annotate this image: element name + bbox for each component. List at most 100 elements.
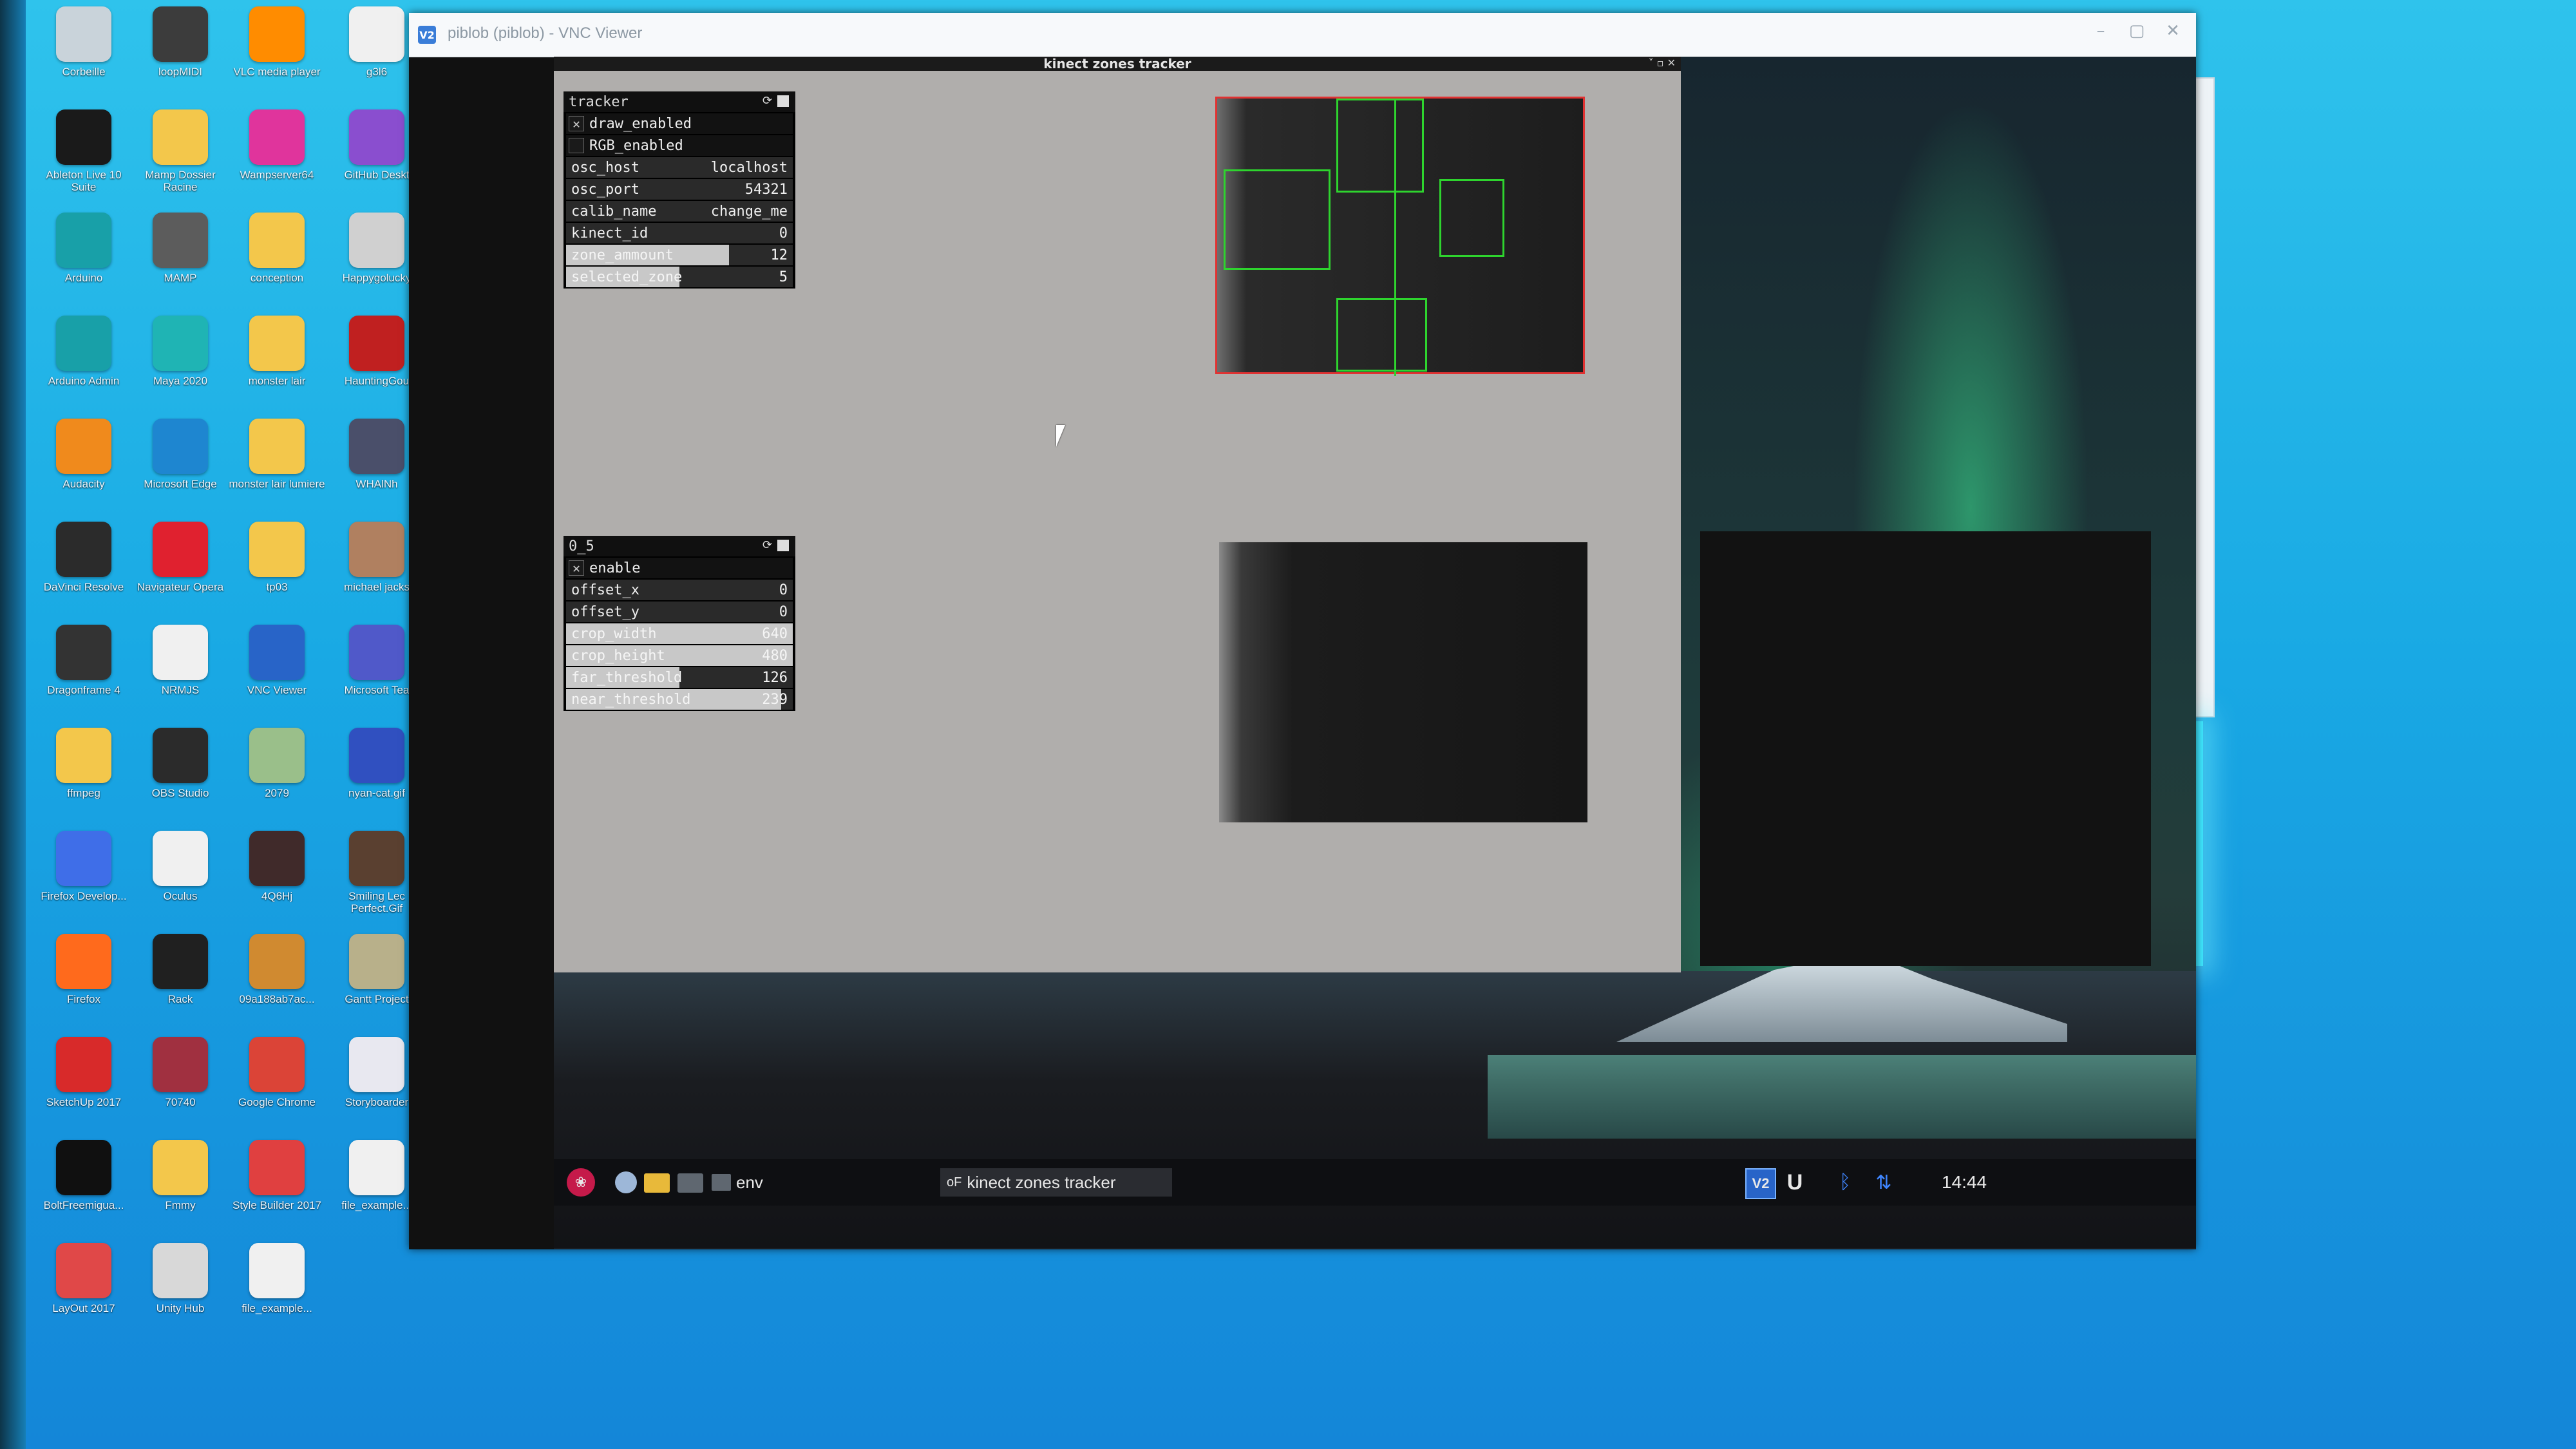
close-button[interactable]: ✕ — [2155, 17, 2191, 45]
desktop-icon[interactable]: file_example... — [229, 1243, 325, 1340]
save-icon[interactable] — [777, 540, 789, 551]
tracker-rows: ✕ draw_enabled RGB_enabled osc_host localhos… — [564, 113, 795, 287]
checkbox-checked-icon[interactable]: ✕ — [569, 116, 584, 131]
desktop-icon[interactable]: VNC Viewer — [229, 625, 325, 721]
slider-selected-zone[interactable]: selected_zone 5 — [566, 267, 793, 287]
desktop-icon[interactable]: Style Builder 2017 — [229, 1140, 325, 1236]
taskbar-env[interactable]: env — [712, 1168, 763, 1197]
value-calib-name[interactable]: calib_name change_me — [566, 201, 793, 222]
value-kinect-id[interactable]: kinect_id 0 — [566, 223, 793, 243]
desktop-icon[interactable]: Fmmy — [132, 1140, 229, 1236]
app-icon — [349, 1140, 404, 1195]
network-icon[interactable]: ⇅ — [1868, 1168, 1900, 1197]
desktop-icon[interactable]: Google Chrome — [229, 1037, 325, 1133]
desktop-icon[interactable]: 70740 — [132, 1037, 229, 1133]
desktop-icon[interactable]: BoltFreemigua... — [35, 1140, 132, 1236]
zone-panel: 0_5 ⟳ ✕ enable offset_x 0 offset_y 0 crop_widt… — [564, 536, 795, 711]
zone-rect-selected[interactable] — [1336, 298, 1427, 372]
desktop-icon[interactable]: monster lair — [229, 316, 325, 412]
desktop-icon[interactable]: MAMP — [132, 213, 229, 309]
desktop-icon[interactable]: DaVinci Resolve — [35, 522, 132, 618]
zone-rect[interactable] — [1336, 99, 1424, 193]
desktop-icon[interactable]: Audacity — [35, 419, 132, 515]
slider-far-threshold[interactable]: far_threshold 126 — [566, 667, 793, 688]
slider-crop-height[interactable]: crop_height 480 — [566, 645, 793, 666]
desktop-icon[interactable]: Microsoft Edge — [132, 419, 229, 515]
desktop-icon[interactable]: VLC media player — [229, 6, 325, 103]
slider-crop-width[interactable]: crop_width 640 — [566, 623, 793, 644]
desktop-icon[interactable]: Mamp Dossier Racine — [132, 109, 229, 206]
desktop-icon[interactable]: Oculus — [132, 831, 229, 927]
app-icon — [153, 109, 208, 165]
desktop-icon[interactable]: NRMJS — [132, 625, 229, 721]
depth-view-zones[interactable] — [1215, 97, 1585, 376]
desktop-icon[interactable]: 4Q6Hj — [229, 831, 325, 927]
desktop-icon[interactable]: monster lair lumiere — [229, 419, 325, 515]
u-tray-icon[interactable]: U — [1781, 1168, 1809, 1197]
desktop-icon-label: BoltFreemigua... — [43, 1199, 124, 1211]
toggle-draw-enabled[interactable]: ✕ draw_enabled — [566, 113, 793, 134]
bluetooth-icon[interactable]: ᛒ — [1832, 1168, 1858, 1197]
value-offset-x[interactable]: offset_x 0 — [566, 580, 793, 600]
file-manager-icon[interactable] — [644, 1173, 670, 1193]
slider-zone-ammount[interactable]: zone_ammount 12 — [566, 245, 793, 265]
taskbar-active-app[interactable]: oF kinect zones tracker — [940, 1168, 1172, 1197]
desktop-icon[interactable]: Wampserver64 — [229, 109, 325, 206]
desktop-icon[interactable]: Rack — [132, 934, 229, 1030]
desktop-icon[interactable]: loopMIDI — [132, 6, 229, 103]
reset-icon[interactable]: ⟳ — [762, 95, 772, 107]
desktop-icon-label: loopMIDI — [158, 66, 203, 78]
desktop-icon[interactable]: 2079 — [229, 728, 325, 824]
value-osc-port[interactable]: osc_port 54321 — [566, 179, 793, 200]
mouse-cursor — [1056, 425, 1072, 447]
app-titlebar[interactable]: kinect zones tracker ˅ ▫ ✕ — [554, 57, 1681, 71]
vnc-tray-icon[interactable]: V2 — [1745, 1168, 1776, 1199]
checkbox-empty-icon[interactable] — [569, 138, 584, 153]
desktop-icon[interactable]: ffmpeg — [35, 728, 132, 824]
desktop-icon[interactable]: Firefox — [35, 934, 132, 1030]
toggle-enable[interactable]: ✕ enable — [566, 558, 793, 578]
raspberry-menu-icon[interactable]: ❀ — [567, 1168, 595, 1197]
checkbox-checked-icon[interactable]: ✕ — [569, 560, 584, 576]
desktop-icon[interactable]: Navigateur Opera — [132, 522, 229, 618]
zone-rect[interactable] — [1439, 179, 1504, 257]
desktop-icon[interactable]: Dragonframe 4 — [35, 625, 132, 721]
desktop-icon[interactable]: SketchUp 2017 — [35, 1037, 132, 1133]
app-icon — [56, 1037, 111, 1092]
desktop-icon[interactable]: tp03 — [229, 522, 325, 618]
desktop-icon[interactable]: OBS Studio — [132, 728, 229, 824]
vnc-titlebar[interactable]: V2 piblob (piblob) - VNC Viewer – ▢ ✕ — [409, 13, 2196, 57]
desktop-icon[interactable]: Firefox Develop... — [35, 831, 132, 927]
clock[interactable]: 14:44 — [1926, 1168, 2003, 1197]
value-osc-host[interactable]: osc_host localhost — [566, 157, 793, 178]
desktop-icon[interactable]: Arduino — [35, 213, 132, 309]
desktop-icon[interactable]: Unity Hub — [132, 1243, 229, 1340]
desktop-icon[interactable]: LayOut 2017 — [35, 1243, 132, 1340]
save-icon[interactable] — [777, 95, 789, 107]
terminal-icon[interactable] — [677, 1173, 703, 1193]
zone-rect[interactable] — [1224, 169, 1331, 270]
minimize-button[interactable]: – — [2083, 17, 2119, 45]
zone-panel-header[interactable]: 0_5 ⟳ — [564, 536, 795, 556]
desktop-icon-label: Mamp Dossier Racine — [145, 169, 216, 193]
tracker-panel-header[interactable]: tracker ⟳ — [564, 91, 795, 112]
toggle-RGB-enabled[interactable]: RGB_enabled — [566, 135, 793, 156]
desktop-icon[interactable]: conception — [229, 213, 325, 309]
app-icon — [56, 6, 111, 62]
desktop-icon[interactable]: 09a188ab7ac... — [229, 934, 325, 1030]
maximize-button[interactable]: ▢ — [2119, 17, 2155, 45]
desktop-icon[interactable]: Maya 2020 — [132, 316, 229, 412]
remote-taskbar: ❀ env oF kinect zones tracker V2 U ᛒ ⇅ 1… — [554, 1159, 2196, 1206]
vnc-viewer-window: V2 piblob (piblob) - VNC Viewer – ▢ ✕ ki… — [409, 13, 2196, 1249]
app-icon — [349, 1037, 404, 1092]
value-offset-y[interactable]: offset_y 0 — [566, 601, 793, 622]
reset-icon[interactable]: ⟳ — [762, 540, 772, 551]
desktop-icon[interactable]: Ableton Live 10 Suite — [35, 109, 132, 206]
desktop-icon[interactable]: Arduino Admin — [35, 316, 132, 412]
row-value: 126 — [762, 669, 788, 686]
app-window-buttons[interactable]: ˅ ▫ ✕ — [1649, 57, 1676, 69]
desktop-icon[interactable]: Corbeille — [35, 6, 132, 103]
browser-icon[interactable] — [615, 1171, 637, 1193]
row-value: 640 — [762, 625, 788, 642]
slider-near-threshold[interactable]: near_threshold 239 — [566, 689, 793, 710]
